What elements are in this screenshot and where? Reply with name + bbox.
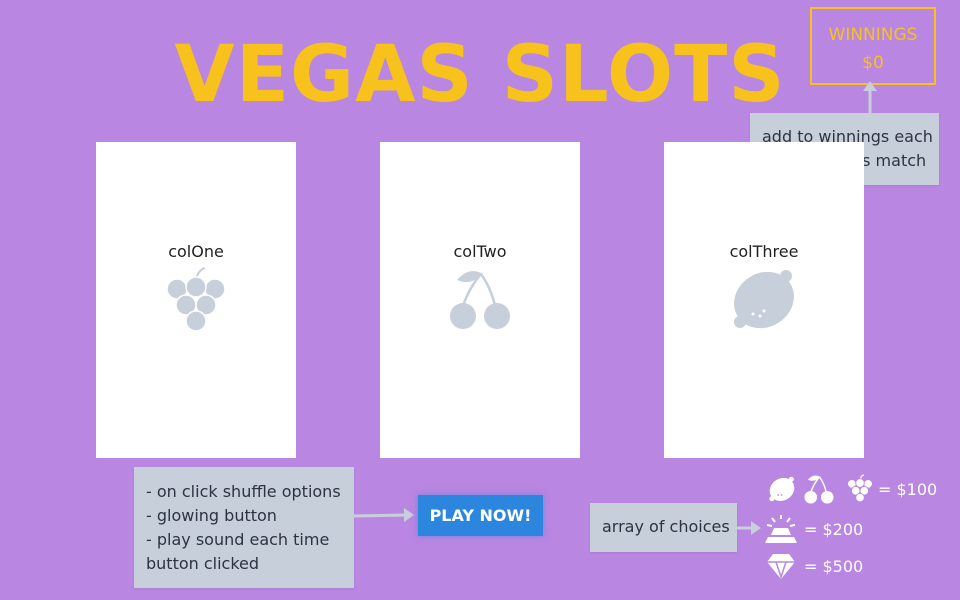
- legend-row-100: = $100: [768, 473, 937, 505]
- play-note-arrow: [354, 508, 414, 522]
- diamond-icon: [767, 554, 795, 580]
- legend-value: = $500: [804, 556, 864, 576]
- play-button-note: - on click shuffle options - glowing but…: [134, 467, 354, 588]
- winnings-box: WINNINGS $0: [810, 7, 936, 85]
- legend-value: = $100: [878, 479, 938, 499]
- column-label: colOne: [168, 242, 224, 261]
- column-label: colThree: [729, 242, 799, 261]
- cherries-icon: [450, 271, 510, 329]
- play-now-button[interactable]: PLAY NOW!: [418, 495, 543, 536]
- column-two: colTwo: [380, 142, 580, 458]
- winnings-arrow: [863, 81, 877, 114]
- lemon-icon: [734, 270, 794, 329]
- winnings-amount: $0: [862, 53, 884, 73]
- column-three: colThree: [664, 142, 864, 458]
- column-label: colTwo: [453, 242, 507, 261]
- column-one: colOne: [96, 142, 296, 458]
- winnings-label: WINNINGS: [828, 25, 918, 45]
- array-note-arrow: [737, 521, 761, 535]
- play-note-line: - play sound each time: [146, 530, 330, 549]
- cherries-icon: [804, 475, 834, 504]
- play-note-line: - on click shuffle options: [146, 482, 341, 501]
- play-note-line: - glowing button: [146, 506, 277, 525]
- grapes-icon: [166, 267, 226, 332]
- legend-row-500: = $500: [766, 552, 863, 580]
- lemon-icon: [769, 476, 795, 502]
- play-note-line: button clicked: [146, 554, 260, 573]
- bar-icon: [765, 515, 797, 543]
- grapes-icon: [847, 474, 873, 503]
- legend-value: = $200: [804, 519, 864, 539]
- array-note: array of choices: [590, 503, 737, 552]
- legend-row-200: = $200: [764, 514, 863, 544]
